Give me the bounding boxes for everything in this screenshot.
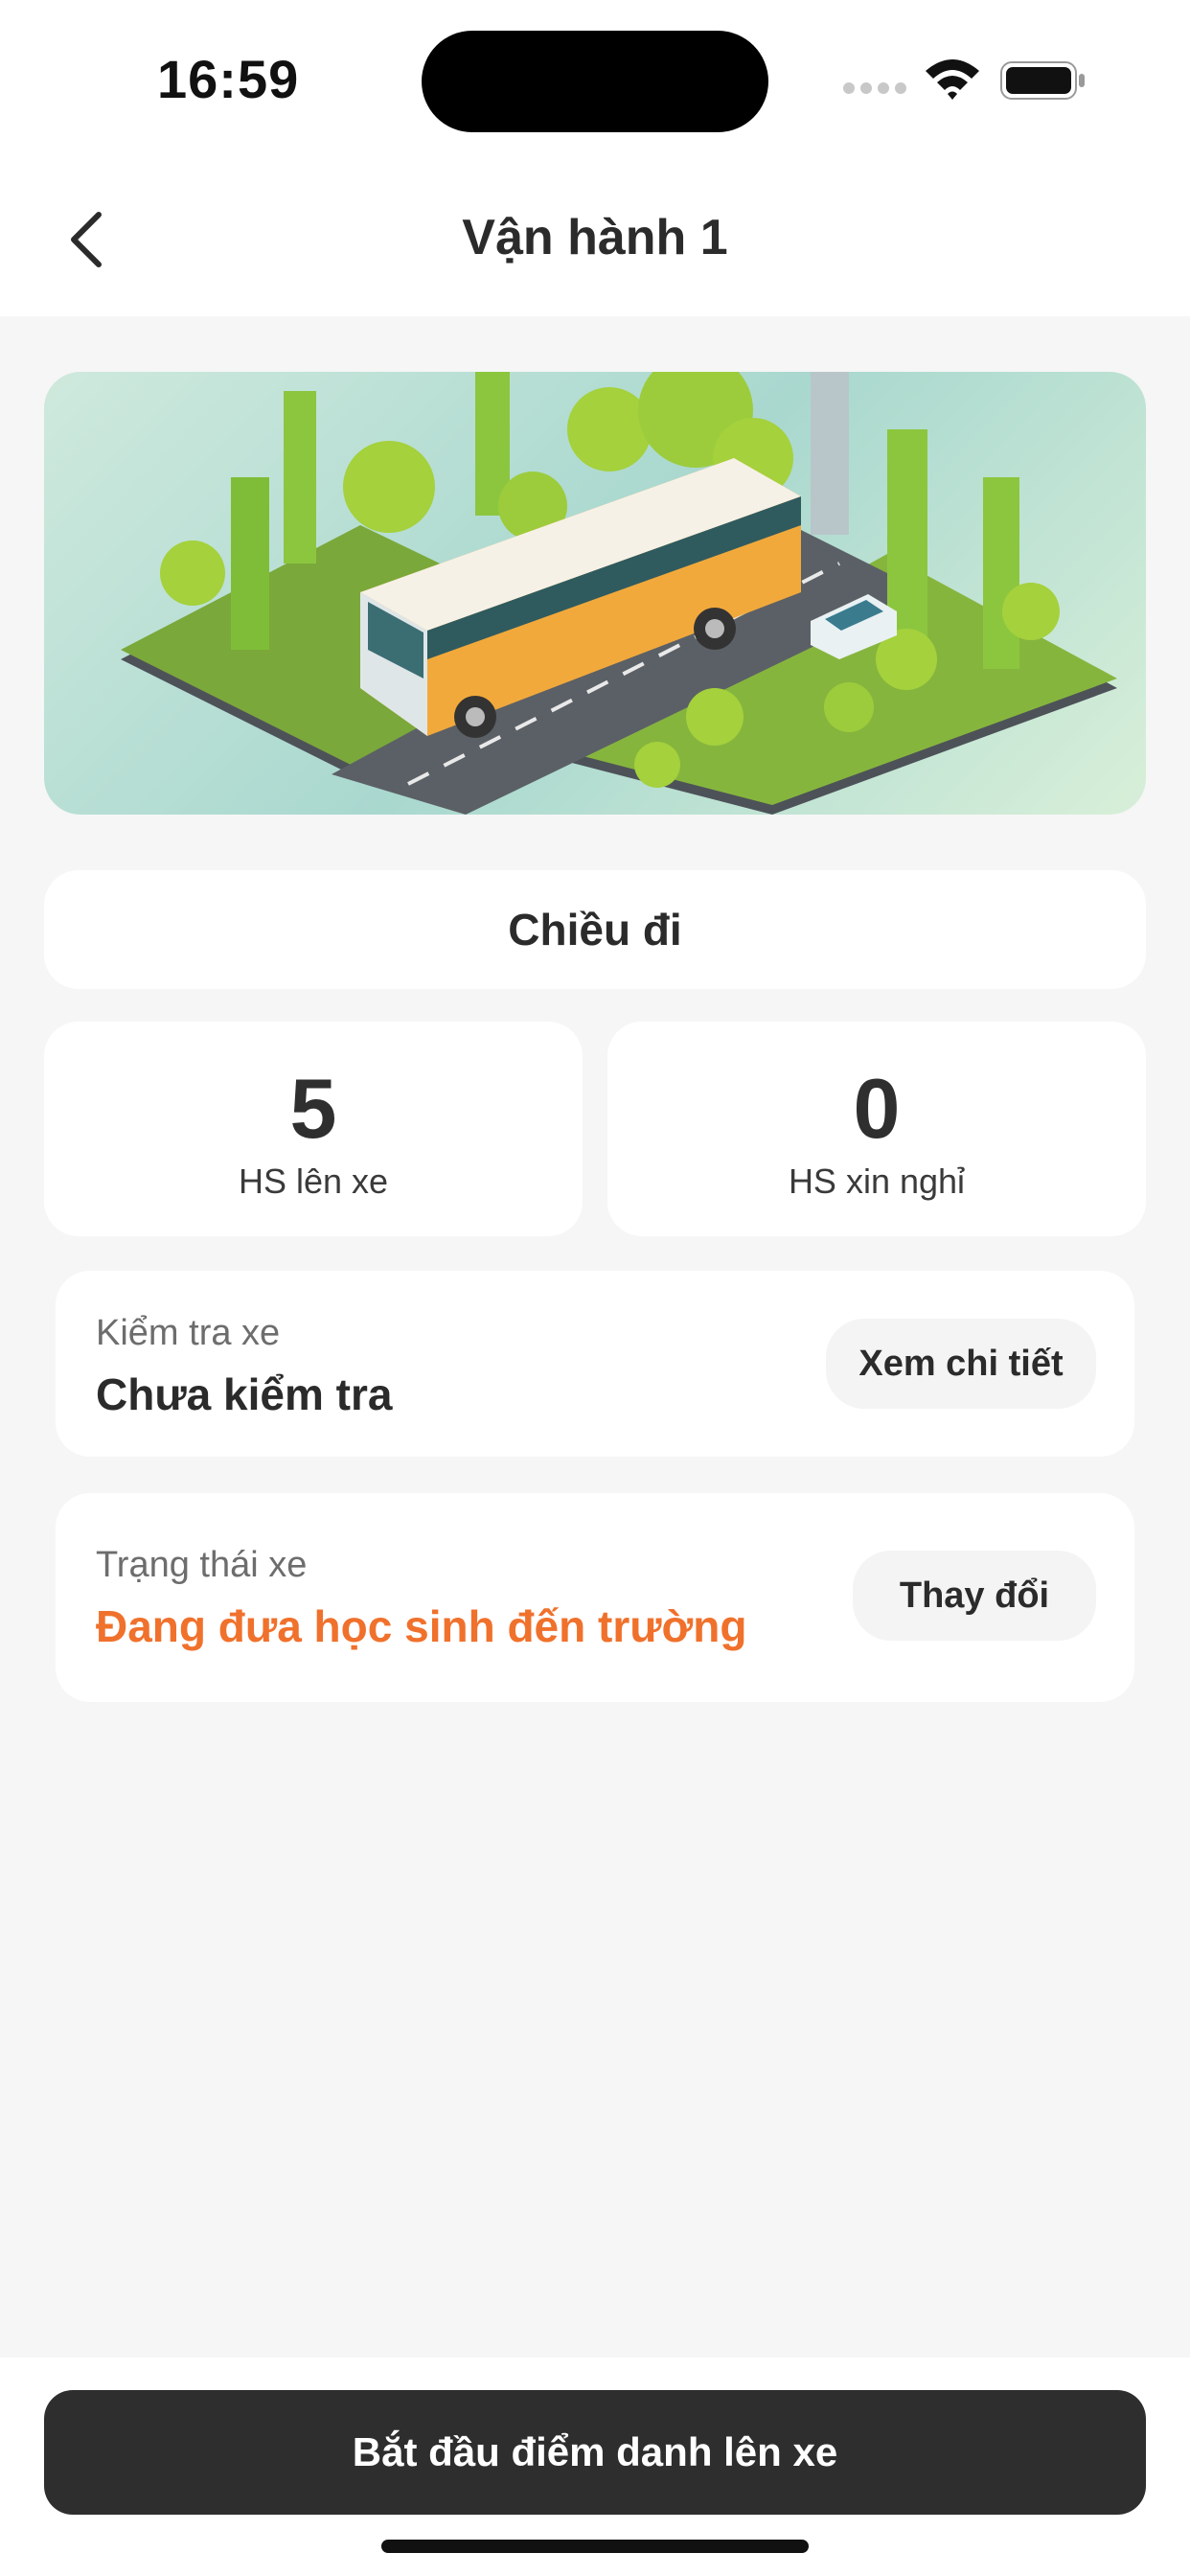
bus-banner-image bbox=[44, 372, 1146, 815]
vehicle-check-label: Kiểm tra xe bbox=[96, 1313, 281, 1353]
battery-icon bbox=[1000, 61, 1087, 100]
home-indicator[interactable] bbox=[381, 2540, 809, 2553]
status-bar: 16:59 bbox=[0, 0, 1190, 163]
start-attendance-button[interactable]: Bắt đầu điểm danh lên xe bbox=[44, 2390, 1146, 2515]
vehicle-status-value: Đang đưa học sinh đến trường bbox=[96, 1601, 747, 1651]
page-title: Vận hành 1 bbox=[462, 210, 728, 265]
view-details-button[interactable]: Xem chi tiết bbox=[826, 1319, 1096, 1409]
status-time: 16:59 bbox=[157, 49, 300, 109]
navigation-header: Vận hành 1 bbox=[0, 163, 1190, 316]
wifi-icon bbox=[922, 56, 983, 100]
boarded-label: HS lên xe bbox=[238, 1162, 389, 1201]
cellular-signal-icon bbox=[843, 82, 906, 98]
boarded-students-card: 5 HS lên xe bbox=[44, 1022, 583, 1236]
change-status-button[interactable]: Thay đổi bbox=[853, 1551, 1096, 1641]
vehicle-check-value: Chưa kiểm tra bbox=[96, 1369, 393, 1419]
direction-card: Chiều đi bbox=[44, 870, 1146, 989]
vehicle-status-label: Trạng thái xe bbox=[96, 1545, 308, 1585]
vehicle-check-card: Kiểm tra xe Chưa kiểm tra Xem chi tiết bbox=[56, 1271, 1134, 1457]
direction-label: Chiều đi bbox=[508, 905, 682, 954]
absent-students-card: 0 HS xin nghỉ bbox=[607, 1022, 1146, 1236]
vehicle-status-card: Trạng thái xe Đang đưa học sinh đến trườ… bbox=[56, 1493, 1134, 1702]
absent-label: HS xin nghỉ bbox=[788, 1162, 966, 1201]
boarded-count: 5 bbox=[289, 1061, 337, 1156]
absent-count: 0 bbox=[853, 1061, 901, 1156]
dynamic-island bbox=[422, 31, 768, 132]
